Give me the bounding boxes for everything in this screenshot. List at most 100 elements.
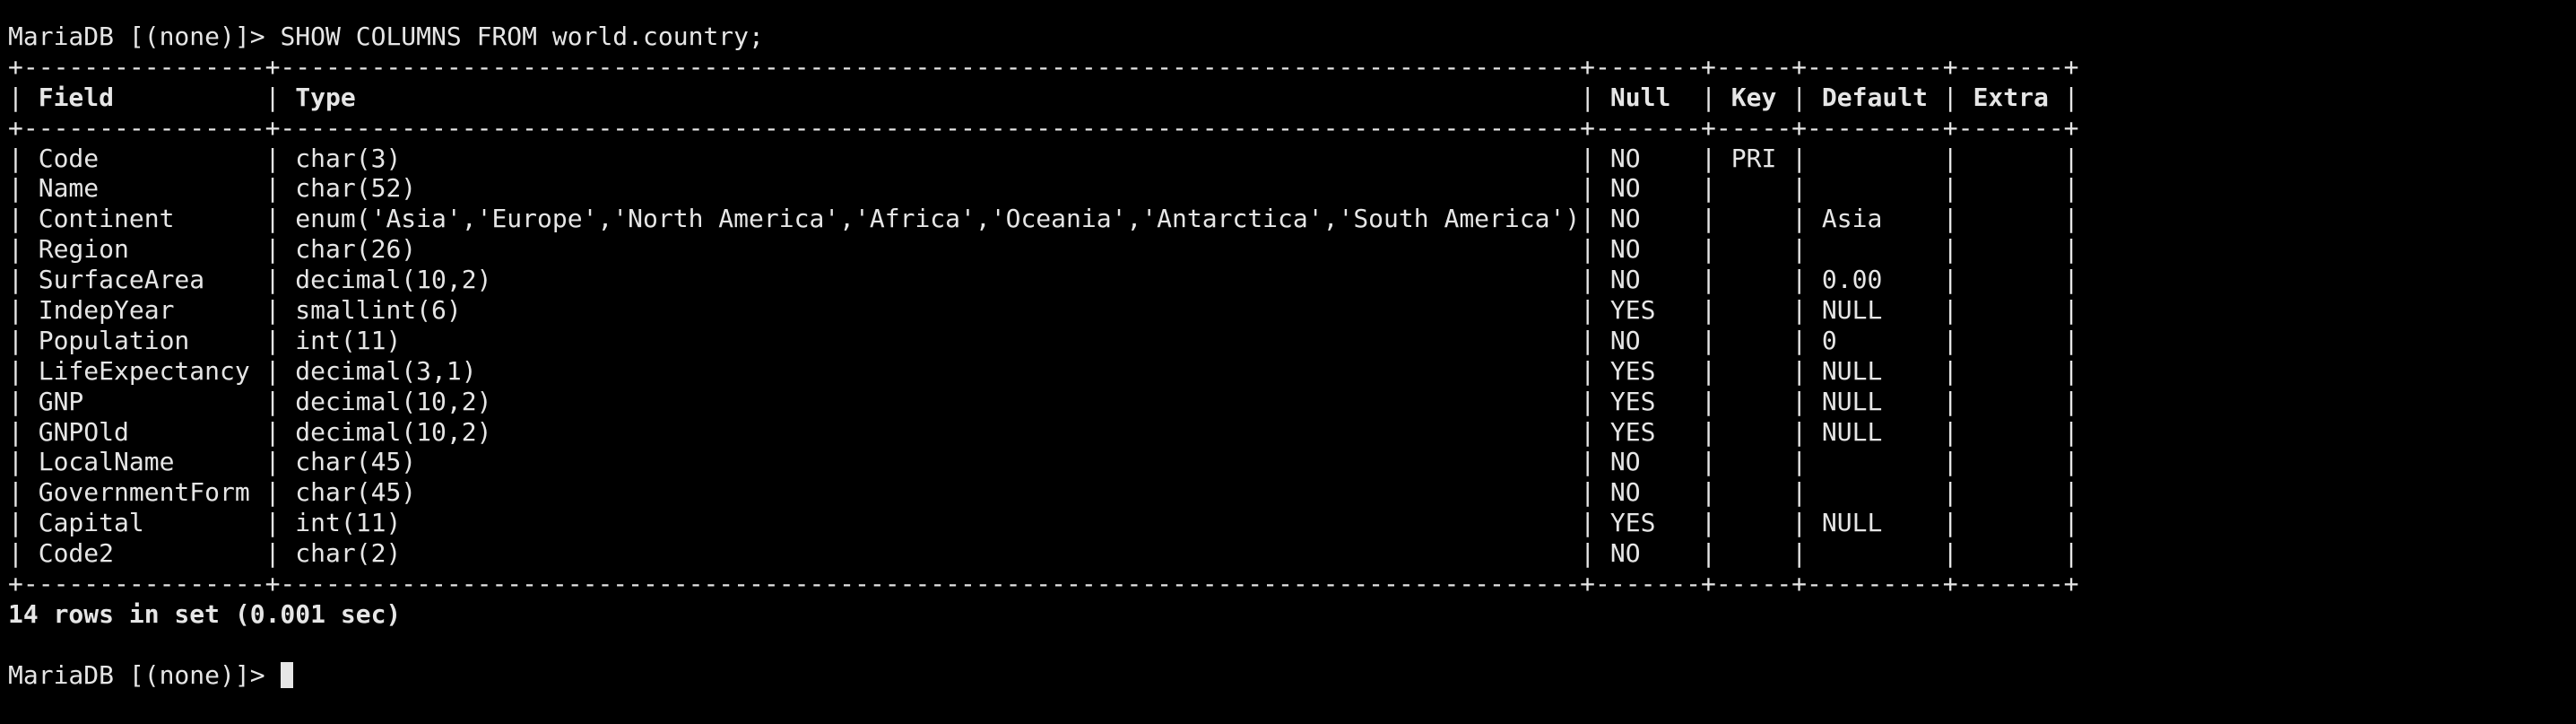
column-divider: | bbox=[1942, 447, 1958, 477]
column-divider: | bbox=[265, 234, 281, 265]
column-divider: | bbox=[265, 538, 281, 569]
cell-extra bbox=[1958, 173, 2064, 204]
column-divider: | bbox=[1701, 538, 1716, 569]
cell-default: NULL bbox=[1807, 386, 1943, 416]
column-divider: | bbox=[2063, 295, 2079, 326]
cell-extra bbox=[1958, 508, 2064, 538]
cell-default: NULL bbox=[1807, 416, 1943, 447]
cell-key bbox=[1716, 173, 1791, 204]
column-divider: | bbox=[1791, 204, 1808, 234]
column-divider: | bbox=[1942, 386, 1958, 416]
terminal-window[interactable]: MariaDB [(none)]> SHOW COLUMNS FROM worl… bbox=[0, 0, 2576, 724]
cell-type: int(11) bbox=[280, 325, 1581, 355]
cell-default bbox=[1807, 234, 1943, 265]
cell-type: int(11) bbox=[280, 508, 1581, 538]
column-divider: | bbox=[1942, 477, 1958, 508]
cell-null: YES bbox=[1595, 416, 1702, 447]
cell-extra bbox=[1958, 417, 2064, 448]
cell-field: Population bbox=[22, 325, 265, 355]
column-divider: | bbox=[8, 265, 23, 295]
cell-type: char(45) bbox=[280, 447, 1581, 477]
column-divider: | bbox=[1942, 508, 1958, 538]
cell-extra bbox=[1958, 477, 2064, 508]
column-divider: | bbox=[1942, 173, 1958, 204]
column-divider: | bbox=[1791, 325, 1808, 355]
cell-null: YES bbox=[1595, 355, 1702, 386]
cell-key bbox=[1716, 295, 1791, 326]
cell-field: SurfaceArea bbox=[22, 265, 265, 295]
cell-null: NO bbox=[1595, 173, 1702, 204]
column-divider: | bbox=[8, 477, 23, 508]
column-divider: | bbox=[8, 538, 23, 569]
column-divider: | bbox=[1791, 295, 1808, 326]
table-border-bottom: +----------------+----------------------… bbox=[8, 569, 2079, 599]
cell-null: YES bbox=[1595, 508, 1702, 538]
column-divider: | bbox=[1701, 234, 1716, 265]
table-row: | Code | char(3) | NO | PRI | | | bbox=[8, 144, 2576, 174]
cell-extra bbox=[1958, 356, 2064, 387]
table-row: | Population | int(11) | NO | | 0 | | bbox=[8, 326, 2576, 356]
column-divider: | bbox=[1580, 477, 1596, 508]
column-divider: | bbox=[2063, 477, 2079, 508]
cell-null: NO bbox=[1595, 143, 1702, 173]
cell-key bbox=[1716, 477, 1791, 508]
cell-field: Code2 bbox=[22, 538, 265, 569]
text-cursor bbox=[281, 662, 294, 689]
cell-key bbox=[1716, 234, 1791, 265]
column-divider: | bbox=[1580, 508, 1596, 538]
column-divider: | bbox=[265, 447, 281, 477]
column-divider: | bbox=[1580, 325, 1596, 355]
column-divider: | bbox=[1791, 234, 1808, 265]
cell-type: decimal(10,2) bbox=[280, 265, 1581, 295]
column-divider: | bbox=[265, 204, 281, 234]
cell-default: NULL bbox=[1807, 295, 1943, 326]
column-divider: | bbox=[8, 416, 23, 447]
column-divider: | bbox=[1791, 265, 1808, 295]
table-row: | IndepYear | smallint(6) | YES | | NULL… bbox=[8, 295, 2576, 326]
table-header-row: | Field | Type | Null | Key | Default | … bbox=[8, 83, 2576, 113]
column-divider: | bbox=[265, 416, 281, 447]
active-prompt-line[interactable]: MariaDB [(none)]> bbox=[8, 660, 2576, 691]
column-divider: | bbox=[1701, 265, 1716, 295]
column-divider: | bbox=[1580, 355, 1596, 386]
column-divider: | bbox=[1791, 143, 1808, 173]
column-divider: | bbox=[265, 82, 281, 112]
cell-field: GNP bbox=[22, 386, 265, 416]
cell-field: GNPOld bbox=[22, 416, 265, 447]
column-divider: | bbox=[1791, 82, 1808, 112]
column-divider: | bbox=[1942, 325, 1958, 355]
column-divider: | bbox=[1942, 355, 1958, 386]
column-divider: | bbox=[1942, 82, 1958, 112]
column-divider: | bbox=[2063, 234, 2079, 265]
cell-type: decimal(10,2) bbox=[280, 416, 1581, 447]
cell-null: NO bbox=[1595, 477, 1702, 508]
table-row: | SurfaceArea | decimal(10,2) | NO | | 0… bbox=[8, 265, 2576, 295]
result-summary: 14 rows in set (0.001 sec) bbox=[8, 598, 402, 629]
cell-field: IndepYear bbox=[22, 295, 265, 326]
table-row: | Capital | int(11) | YES | | NULL | | bbox=[8, 508, 2576, 538]
column-divider: | bbox=[2063, 325, 2079, 355]
prompt-text: MariaDB [(none)]> bbox=[8, 22, 265, 51]
table-row: | Code2 | char(2) | NO | | | | bbox=[8, 538, 2576, 569]
column-divider: | bbox=[1942, 143, 1958, 173]
column-divider: | bbox=[1791, 173, 1808, 204]
table-row: | GNPOld | decimal(10,2) | YES | | NULL … bbox=[8, 417, 2576, 448]
cell-null: NO bbox=[1595, 204, 1702, 234]
column-divider: | bbox=[1580, 295, 1596, 326]
column-divider: | bbox=[2063, 265, 2079, 295]
command-line: MariaDB [(none)]> SHOW COLUMNS FROM worl… bbox=[8, 22, 2576, 52]
column-divider: | bbox=[1791, 355, 1808, 386]
column-divider: | bbox=[1791, 447, 1808, 477]
table-row: | GovernmentForm | char(45) | NO | | | | bbox=[8, 477, 2576, 508]
cell-field: Capital bbox=[22, 508, 265, 538]
column-divider: | bbox=[265, 265, 281, 295]
cell-key bbox=[1716, 356, 1791, 387]
cell-null: NO bbox=[1595, 325, 1702, 355]
column-divider: | bbox=[8, 386, 23, 416]
column-divider: | bbox=[2063, 508, 2079, 538]
column-divider: | bbox=[265, 143, 281, 173]
cell-extra bbox=[1958, 234, 2064, 265]
column-divider: | bbox=[1701, 143, 1716, 173]
table-row: | GNP | decimal(10,2) | YES | | NULL | | bbox=[8, 387, 2576, 417]
